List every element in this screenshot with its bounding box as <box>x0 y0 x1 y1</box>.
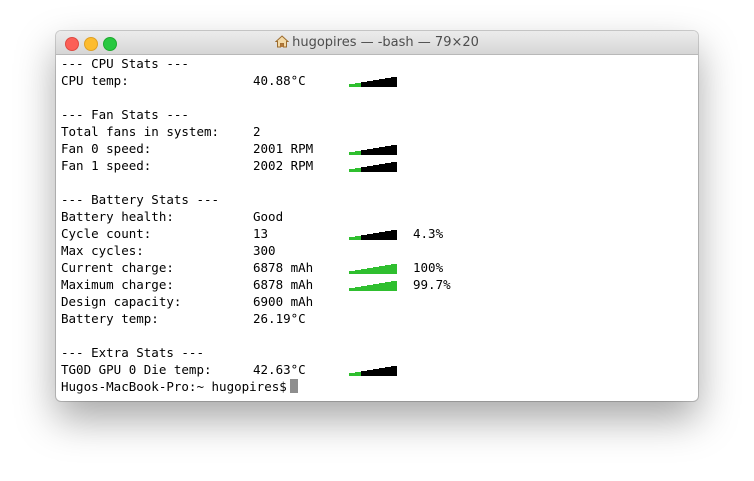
stat-label: TG0D GPU 0 Die temp: <box>61 362 212 377</box>
stat-value: 300 <box>253 243 276 258</box>
terminal-line: --- CPU Stats --- <box>61 55 698 72</box>
gauge-segment <box>391 230 397 240</box>
stat-label: Fan 1 speed: <box>61 158 152 173</box>
window-title: hugopires — -bash — 79×20 <box>56 35 698 50</box>
stat-value: Good <box>253 209 284 224</box>
terminal-line: --- Fan Stats --- <box>61 106 698 123</box>
terminal-line: TG0D GPU 0 Die temp: 42.63°C <box>61 361 698 378</box>
stat-label: Fan 0 speed: <box>61 141 152 156</box>
terminal-line: Total fans in system: 2 <box>61 123 698 140</box>
stat-label: CPU temp: <box>61 73 129 88</box>
prompt-line[interactable]: Hugos-MacBook-Pro:~ hugopires$ <box>61 378 698 395</box>
stat-label: Design capacity: <box>61 294 182 309</box>
stat-value: 2002 RPM <box>253 158 314 173</box>
terminal-line: Battery health: Good <box>61 208 698 225</box>
level-bar-gauge <box>349 160 397 172</box>
stat-label: --- Fan Stats --- <box>61 107 189 122</box>
terminal-line: --- Battery Stats --- <box>61 191 698 208</box>
stat-percent: 4.3% <box>413 226 444 241</box>
terminal-line: Maximum charge: 6878 mAh 99.7% <box>61 276 698 293</box>
terminal-line: Design capacity: 6900 mAh <box>61 293 698 310</box>
stat-label: Maximum charge: <box>61 277 174 292</box>
terminal-output[interactable]: --- CPU Stats --- CPU temp: 40.88°C --- Fan… <box>61 55 698 401</box>
stat-label: Battery temp: <box>61 311 159 326</box>
level-bar-gauge <box>349 228 397 240</box>
stat-percent: 100% <box>413 260 444 275</box>
level-bar-gauge <box>349 143 397 155</box>
gauge-segment <box>391 77 397 87</box>
stat-value: 6878 mAh <box>253 277 314 292</box>
stat-label: Cycle count: <box>61 226 152 241</box>
terminal-line: Max cycles: 300 <box>61 242 698 259</box>
gauge-segment <box>391 281 397 291</box>
stat-label: Total fans in system: <box>61 124 220 139</box>
stat-value: 13 <box>253 226 269 241</box>
stat-value: 6900 mAh <box>253 294 314 309</box>
stat-value: 2001 RPM <box>253 141 314 156</box>
text-cursor <box>289 379 298 393</box>
stat-value: 26.19°C <box>253 311 306 326</box>
home-icon <box>275 35 290 48</box>
title-bar[interactable]: hugopires — -bash — 79×20 <box>56 31 698 55</box>
stat-value: 42.63°C <box>253 362 306 377</box>
stat-label: --- Extra Stats --- <box>61 345 204 360</box>
terminal-line: Fan 1 speed: 2002 RPM <box>61 157 698 174</box>
terminal-window: hugopires — -bash — 79×20 --- CPU Stats … <box>56 31 698 401</box>
gauge-segment <box>391 162 397 172</box>
gauge-segment <box>391 145 397 155</box>
terminal-line: --- Extra Stats --- <box>61 344 698 361</box>
stat-value: 2 <box>253 124 261 139</box>
level-bar-gauge <box>349 364 397 376</box>
terminal-line: Current charge: 6878 mAh 100% <box>61 259 698 276</box>
terminal-line: Battery temp: 26.19°C <box>61 310 698 327</box>
stat-value: 6878 mAh <box>253 260 314 275</box>
terminal-line: CPU temp: 40.88°C <box>61 72 698 89</box>
gauge-segment <box>391 264 397 274</box>
stat-label: Max cycles: <box>61 243 144 258</box>
stat-label: --- CPU Stats --- <box>61 56 189 71</box>
stat-label: --- Battery Stats --- <box>61 192 220 207</box>
window-title-text: hugopires — -bash — 79×20 <box>292 35 479 50</box>
level-bar-gauge <box>349 75 397 87</box>
terminal-line: Cycle count: 13 4.3% <box>61 225 698 242</box>
stat-label: Current charge: <box>61 260 174 275</box>
stat-label: Battery health: <box>61 209 174 224</box>
level-bar-gauge <box>349 279 397 291</box>
shell-prompt: Hugos-MacBook-Pro:~ hugopires$ <box>61 379 287 394</box>
level-bar-gauge <box>349 262 397 274</box>
stat-percent: 99.7% <box>413 277 451 292</box>
terminal-line: Fan 0 speed: 2001 RPM <box>61 140 698 157</box>
stat-value: 40.88°C <box>253 73 306 88</box>
gauge-segment <box>391 366 397 376</box>
